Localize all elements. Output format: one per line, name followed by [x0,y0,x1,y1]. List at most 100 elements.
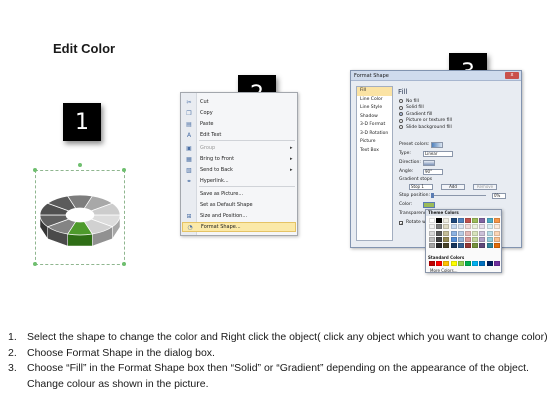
more-colors-link[interactable]: More Colors... [430,268,458,273]
close-icon[interactable]: x [505,72,519,79]
nav-item-text-box[interactable]: Text Box [357,147,392,156]
theme-swatch[interactable] [429,218,435,223]
rotate-checkbox[interactable]: ✓ [399,220,403,225]
standard-swatch[interactable] [457,261,464,266]
menu-item-hyperlink[interactable]: ⚭ Hyperlink... [182,176,296,186]
nav-item-line-color[interactable]: Line Color [357,96,392,105]
standard-swatch[interactable] [486,261,493,266]
standard-swatch[interactable] [450,261,457,266]
theme-swatch[interactable] [486,236,493,242]
theme-swatch[interactable] [479,236,486,242]
menu-item-send-to-back[interactable]: ▧ Send to Back ▸ [182,165,296,175]
radio-button[interactable] [399,105,403,110]
add-stop-button[interactable]: Add [441,183,465,190]
theme-swatch[interactable] [472,218,479,223]
theme-swatch[interactable] [479,224,486,230]
menu-item-edit-text[interactable]: A Edit Text [182,130,296,140]
theme-swatch[interactable] [493,224,500,230]
theme-swatch[interactable] [472,236,479,242]
theme-swatch[interactable] [493,218,500,223]
theme-swatch[interactable] [464,236,471,242]
nav-item-3-d-rotation[interactable]: 3-D Rotation [357,130,392,139]
theme-swatch[interactable] [443,224,450,230]
theme-swatch[interactable] [436,218,443,223]
standard-swatch[interactable] [493,261,500,266]
angle-input[interactable]: 90° [423,168,443,175]
preset-colors-dropdown[interactable] [431,141,443,148]
menu-item-cut[interactable]: ✂ Cut [182,97,296,107]
theme-swatch[interactable] [457,218,464,223]
fill-option-gradient-fill[interactable]: Gradient fill [399,111,432,117]
pie-shape[interactable] [30,168,130,268]
menu-item-paste[interactable]: ▤ Paste [182,119,296,129]
theme-swatch[interactable] [479,230,486,236]
theme-swatch[interactable] [436,224,443,230]
standard-swatch[interactable] [436,261,443,266]
theme-swatch[interactable] [486,243,493,249]
fill-option-solid-fill[interactable]: Solid fill [399,105,424,111]
theme-swatch[interactable] [486,224,493,230]
radio-button[interactable] [399,99,403,103]
remove-stop-button[interactable]: Remove [473,183,497,190]
theme-swatch[interactable] [493,243,500,249]
nav-item-3-d-format[interactable]: 3-D Format [357,121,392,130]
nav-item-shadow[interactable]: Shadow [357,113,392,122]
theme-swatch[interactable] [457,224,464,230]
standard-swatch[interactable] [443,261,450,266]
nav-item-line-style[interactable]: Line Style [357,104,392,113]
theme-swatch[interactable] [486,218,493,223]
rotation-handle[interactable] [78,163,82,167]
theme-swatch[interactable] [457,243,464,249]
theme-swatch[interactable] [450,243,457,249]
theme-swatch[interactable] [429,243,435,249]
stop-position-slider[interactable] [431,193,486,198]
radio-button[interactable] [399,125,403,129]
theme-swatch[interactable] [464,218,471,223]
theme-swatch[interactable] [493,236,500,242]
theme-swatch[interactable] [429,224,435,230]
theme-swatch[interactable] [443,218,450,223]
menu-item-group[interactable]: ▣ Group ▸ [182,143,296,153]
radio-button[interactable] [399,118,403,123]
theme-swatch[interactable] [429,230,435,236]
menu-item-set-as-default-shape[interactable]: Set as Default Shape [182,200,296,210]
fill-option-no-fill[interactable]: No fill [399,98,419,104]
direction-dropdown[interactable] [423,159,435,166]
theme-swatch[interactable] [450,236,457,242]
standard-swatch[interactable] [464,261,471,266]
menu-item-size-and-position[interactable]: ⊞ Size and Position... [182,211,296,221]
stop-position-input[interactable]: 0% [492,192,506,199]
theme-swatch[interactable] [429,236,435,242]
standard-swatch[interactable] [429,261,435,266]
theme-swatch[interactable] [464,230,471,236]
theme-swatch[interactable] [493,230,500,236]
nav-item-picture[interactable]: Picture [357,138,392,147]
theme-swatch[interactable] [450,230,457,236]
menu-item-bring-to-front[interactable]: ▦ Bring to Front ▸ [182,154,296,164]
theme-swatch[interactable] [479,243,486,249]
theme-swatch[interactable] [443,243,450,249]
fill-option-slide-background-fill[interactable]: Slide background fill [399,124,452,130]
theme-swatch[interactable] [443,230,450,236]
theme-swatch[interactable] [472,230,479,236]
standard-swatch[interactable] [472,261,479,266]
fill-option-picture-or-texture-fill[interactable]: Picture or texture fill [399,118,452,124]
stop-select[interactable]: Stop 1 [409,183,433,190]
pie-side-segment[interactable] [67,233,93,247]
type-select[interactable]: Linear [423,150,453,157]
menu-item-save-as-picture[interactable]: Save as Picture... [182,189,296,199]
nav-item-fill[interactable]: Fill [357,87,392,96]
theme-swatch[interactable] [436,230,443,236]
theme-swatch[interactable] [436,243,443,249]
theme-swatch[interactable] [436,236,443,242]
theme-swatch[interactable] [479,218,486,223]
theme-swatch[interactable] [450,224,457,230]
theme-swatch[interactable] [457,230,464,236]
theme-swatch[interactable] [457,236,464,242]
theme-swatch[interactable] [472,243,479,249]
theme-swatch[interactable] [472,224,479,230]
radio-button[interactable] [399,112,403,116]
theme-swatch[interactable] [464,224,471,230]
theme-swatch[interactable] [443,236,450,242]
theme-swatch[interactable] [450,218,457,223]
